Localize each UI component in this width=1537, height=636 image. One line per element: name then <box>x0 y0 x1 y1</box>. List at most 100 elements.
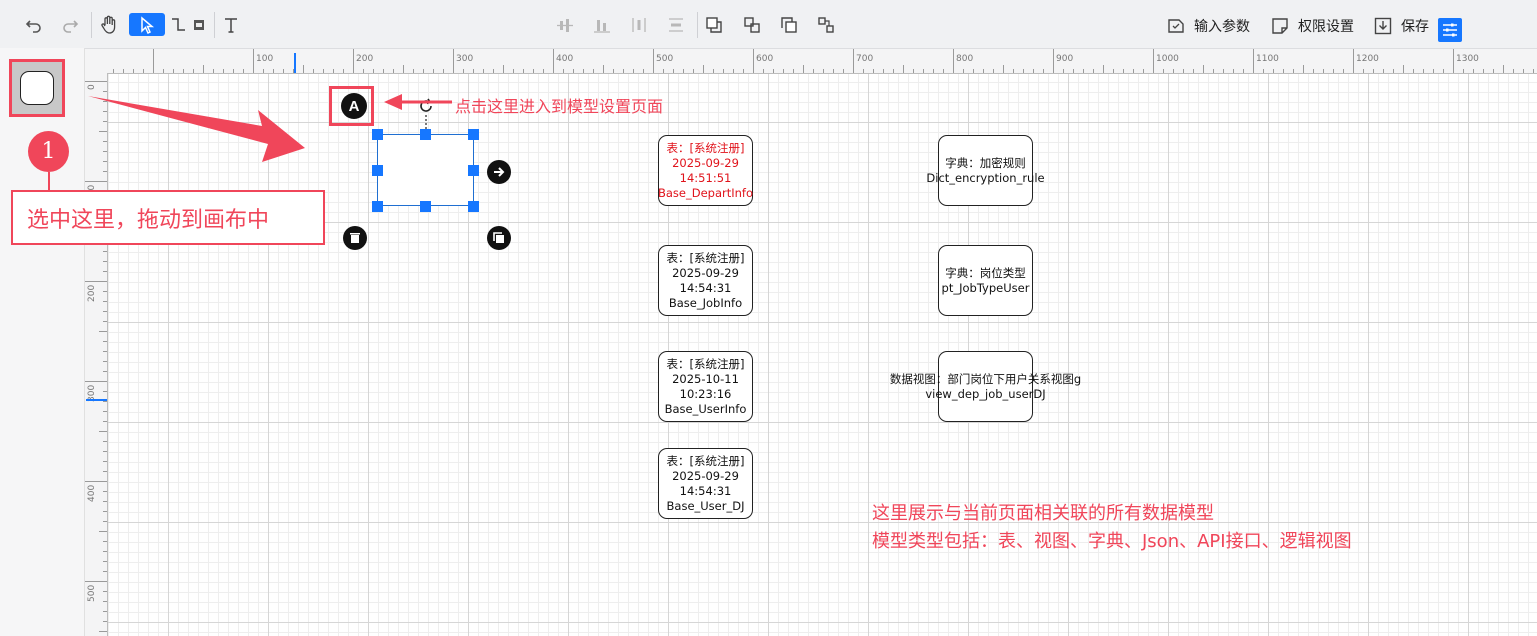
ruler-tick <box>103 451 107 452</box>
ruler-tick <box>903 65 904 73</box>
resize-handle[interactable] <box>420 129 431 140</box>
model-node-dictionary[interactable]: 字典：加密规则 Dict_encryption_rule <box>926 135 1045 206</box>
ruler-tick <box>173 69 174 73</box>
resize-handle[interactable] <box>468 201 479 212</box>
ruler-tick <box>85 181 107 182</box>
node-line: 数据视图：部门岗位下用户关系视图g <box>889 371 1082 386</box>
pointer-icon[interactable] <box>129 13 165 36</box>
resize-handle[interactable] <box>468 165 479 176</box>
selected-shape[interactable] <box>377 134 474 206</box>
rotate-icon[interactable] <box>416 96 436 116</box>
resize-handle[interactable] <box>420 201 431 212</box>
model-node-table[interactable]: 表：[系统注册] 2025-10-11 10:23:16 Base_UserIn… <box>658 351 753 422</box>
ruler-tick <box>503 65 504 73</box>
ruler-tick <box>1013 69 1014 73</box>
node-line: 表：[系统注册] <box>666 453 745 468</box>
ruler-tick <box>1023 69 1024 73</box>
ruler-tick <box>1473 69 1474 73</box>
ruler-tick <box>873 69 874 73</box>
connector-icon[interactable] <box>168 14 188 36</box>
ruler-tick <box>103 301 107 302</box>
send-back-icon[interactable] <box>779 15 799 35</box>
ruler-tick <box>513 69 514 73</box>
ruler-tick <box>1053 49 1054 73</box>
ruler-tick <box>523 69 524 73</box>
ruler-tick <box>85 81 107 82</box>
input-params-button[interactable]: 输入参数 <box>1166 14 1250 38</box>
connect-arrow-icon[interactable] <box>487 160 511 184</box>
model-node-table[interactable]: 表：[系统注册] 2025-09-29 14:54:31 Base_JobInf… <box>658 245 753 316</box>
ruler-tick <box>853 49 854 73</box>
ruler-tick <box>383 69 384 73</box>
ruler-tick <box>433 69 434 73</box>
bring-front-icon[interactable] <box>704 15 724 35</box>
image-icon[interactable] <box>192 17 206 33</box>
ruler-tick <box>103 471 107 472</box>
ungroup-icon[interactable] <box>816 15 836 35</box>
ruler-tick <box>723 69 724 73</box>
ruler-tick <box>143 69 144 73</box>
ruler-tick <box>963 69 964 73</box>
node-line: 14:54:31 <box>679 280 732 295</box>
ruler-tick <box>113 69 114 73</box>
ruler-tick <box>99 331 107 332</box>
ruler-tick <box>103 151 107 152</box>
model-node-view[interactable]: 数据视图：部门岗位下用户关系视图g view_dep_job_userDJ <box>890 351 1081 422</box>
align-center-vertical-icon[interactable] <box>555 15 575 35</box>
resize-handle[interactable] <box>468 129 479 140</box>
save-label: 保存 <box>1401 19 1429 35</box>
hand-icon[interactable] <box>98 14 120 36</box>
ruler-tick <box>1453 49 1454 73</box>
node-line: 10:23:16 <box>679 386 732 401</box>
ruler-tick <box>103 601 107 602</box>
ruler-tick <box>823 69 824 73</box>
model-node-table[interactable]: 表：[系统注册] 2025-09-29 14:51:51 Base_Depart… <box>658 135 753 206</box>
save-button[interactable]: 保存 <box>1373 14 1429 38</box>
ruler-tick <box>103 561 107 562</box>
resize-handle[interactable] <box>372 201 383 212</box>
permission-settings-button[interactable]: 权限设置 <box>1270 14 1354 38</box>
settings-panel-toggle[interactable] <box>1438 18 1462 42</box>
ruler-tick <box>1273 69 1274 73</box>
ruler-tick <box>733 69 734 73</box>
resize-handle[interactable] <box>372 165 383 176</box>
group-icon[interactable] <box>742 15 762 35</box>
ruler-tick <box>1463 69 1464 73</box>
model-node-dictionary[interactable]: 字典：岗位类型 pt_JobTypeUser <box>938 245 1033 316</box>
ruler-tick <box>103 391 107 392</box>
node-line: 14:54:31 <box>679 483 732 498</box>
align-bottom-icon[interactable] <box>592 15 612 35</box>
ruler-tick <box>933 69 934 73</box>
ruler-tick <box>85 581 107 582</box>
redo-icon[interactable] <box>60 16 80 36</box>
permission-settings-label: 权限设置 <box>1298 19 1354 35</box>
ruler-tick <box>103 121 107 122</box>
ruler-tick <box>443 69 444 73</box>
distribute-horizontal-icon[interactable] <box>629 15 649 35</box>
duplicate-icon[interactable] <box>487 226 511 250</box>
ruler-tick <box>1113 69 1114 73</box>
ruler-tick <box>103 591 107 592</box>
ruler-label: 0 <box>87 84 97 90</box>
ruler-label: 200 <box>87 284 97 302</box>
ruler-tick <box>593 69 594 73</box>
ruler-tick <box>1423 69 1424 73</box>
ruler-tick <box>713 69 714 73</box>
model-node-table[interactable]: 表：[系统注册] 2025-09-29 14:54:31 Base_User_D… <box>658 448 753 519</box>
node-line: 字典：加密规则 <box>945 155 1026 170</box>
ruler-tick <box>233 69 234 73</box>
resize-handle[interactable] <box>372 129 383 140</box>
ruler-tick <box>403 65 404 73</box>
delete-icon[interactable] <box>343 226 367 250</box>
rounded-rect-shape[interactable] <box>9 59 65 117</box>
ruler-tick <box>1243 69 1244 73</box>
distribute-vertical-icon[interactable] <box>666 15 686 35</box>
node-line: Base_User_DJ <box>666 498 745 513</box>
ruler-tick <box>603 65 604 73</box>
text-icon[interactable] <box>220 14 242 36</box>
toolbar: 输入参数 权限设置 保存 <box>0 0 1537 49</box>
undo-icon[interactable] <box>24 16 44 36</box>
ruler-tick <box>103 371 107 372</box>
ruler-tick <box>99 431 107 432</box>
ruler-tick <box>1283 69 1284 73</box>
